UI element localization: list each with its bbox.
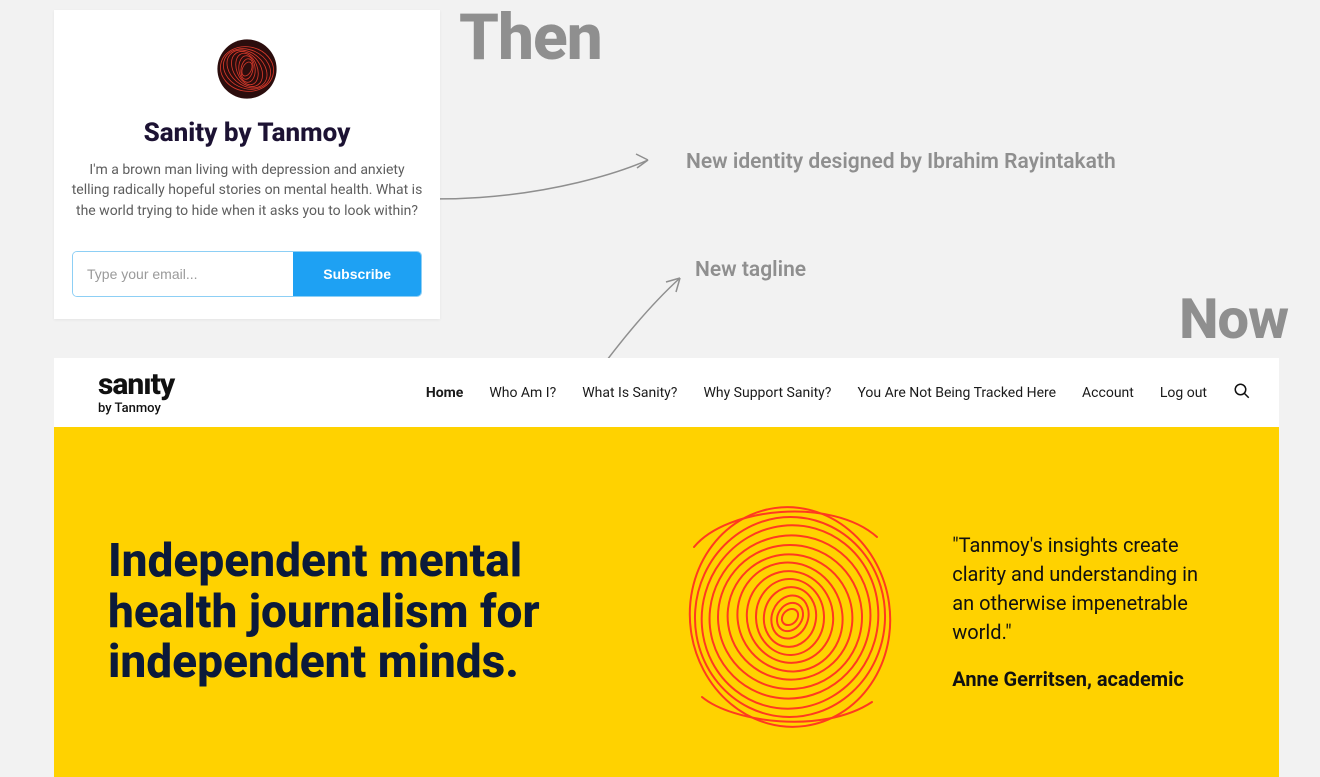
brand-logo[interactable]: sanıty by Tanmoy bbox=[98, 370, 174, 415]
new-design-site: sanıty by Tanmoy Home Who Am I? What Is … bbox=[54, 358, 1279, 777]
nav-log-out[interactable]: Log out bbox=[1160, 385, 1207, 401]
nav-what-is-sanity[interactable]: What Is Sanity? bbox=[582, 385, 677, 401]
brand-byline: by Tanmoy bbox=[98, 402, 174, 415]
hero-swirl-icon bbox=[642, 487, 932, 737]
old-title: Sanity by Tanmoy bbox=[68, 118, 426, 148]
subscribe-button[interactable]: Subscribe bbox=[293, 252, 421, 296]
old-logo-swirl-icon bbox=[210, 32, 284, 106]
hero-section: Independent mental health journalism for… bbox=[54, 427, 1279, 777]
nav-home[interactable]: Home bbox=[426, 385, 463, 401]
hero-quote-attribution: Anne Gerritsen, academic bbox=[952, 665, 1220, 694]
then-label: Then bbox=[459, 0, 602, 75]
annotation-identity: New identity designed by Ibrahim Rayinta… bbox=[686, 150, 1116, 174]
nav-who-am-i[interactable]: Who Am I? bbox=[489, 385, 556, 401]
old-description: I'm a brown man living with depression a… bbox=[68, 160, 426, 221]
old-design-card: Sanity by Tanmoy I'm a brown man living … bbox=[54, 10, 440, 319]
hero-quote-block: "Tanmoy's insights create clarity and un… bbox=[952, 531, 1220, 694]
brand-wordmark: sanıty bbox=[98, 370, 174, 400]
nav-why-support[interactable]: Why Support Sanity? bbox=[703, 385, 831, 401]
nav-not-tracked[interactable]: You Are Not Being Tracked Here bbox=[857, 385, 1056, 401]
now-label: Now bbox=[1179, 286, 1288, 352]
subscribe-form: Subscribe bbox=[72, 251, 422, 297]
email-input[interactable] bbox=[73, 252, 293, 296]
hero-quote: "Tanmoy's insights create clarity and un… bbox=[952, 531, 1220, 647]
nav-list: Home Who Am I? What Is Sanity? Why Suppo… bbox=[426, 385, 1207, 401]
main-nav: sanıty by Tanmoy Home Who Am I? What Is … bbox=[54, 358, 1279, 427]
nav-account[interactable]: Account bbox=[1082, 385, 1134, 401]
search-icon[interactable] bbox=[1233, 382, 1251, 404]
annotation-tagline: New tagline bbox=[695, 258, 806, 282]
hero-tagline: Independent mental health journalism for… bbox=[108, 536, 622, 688]
